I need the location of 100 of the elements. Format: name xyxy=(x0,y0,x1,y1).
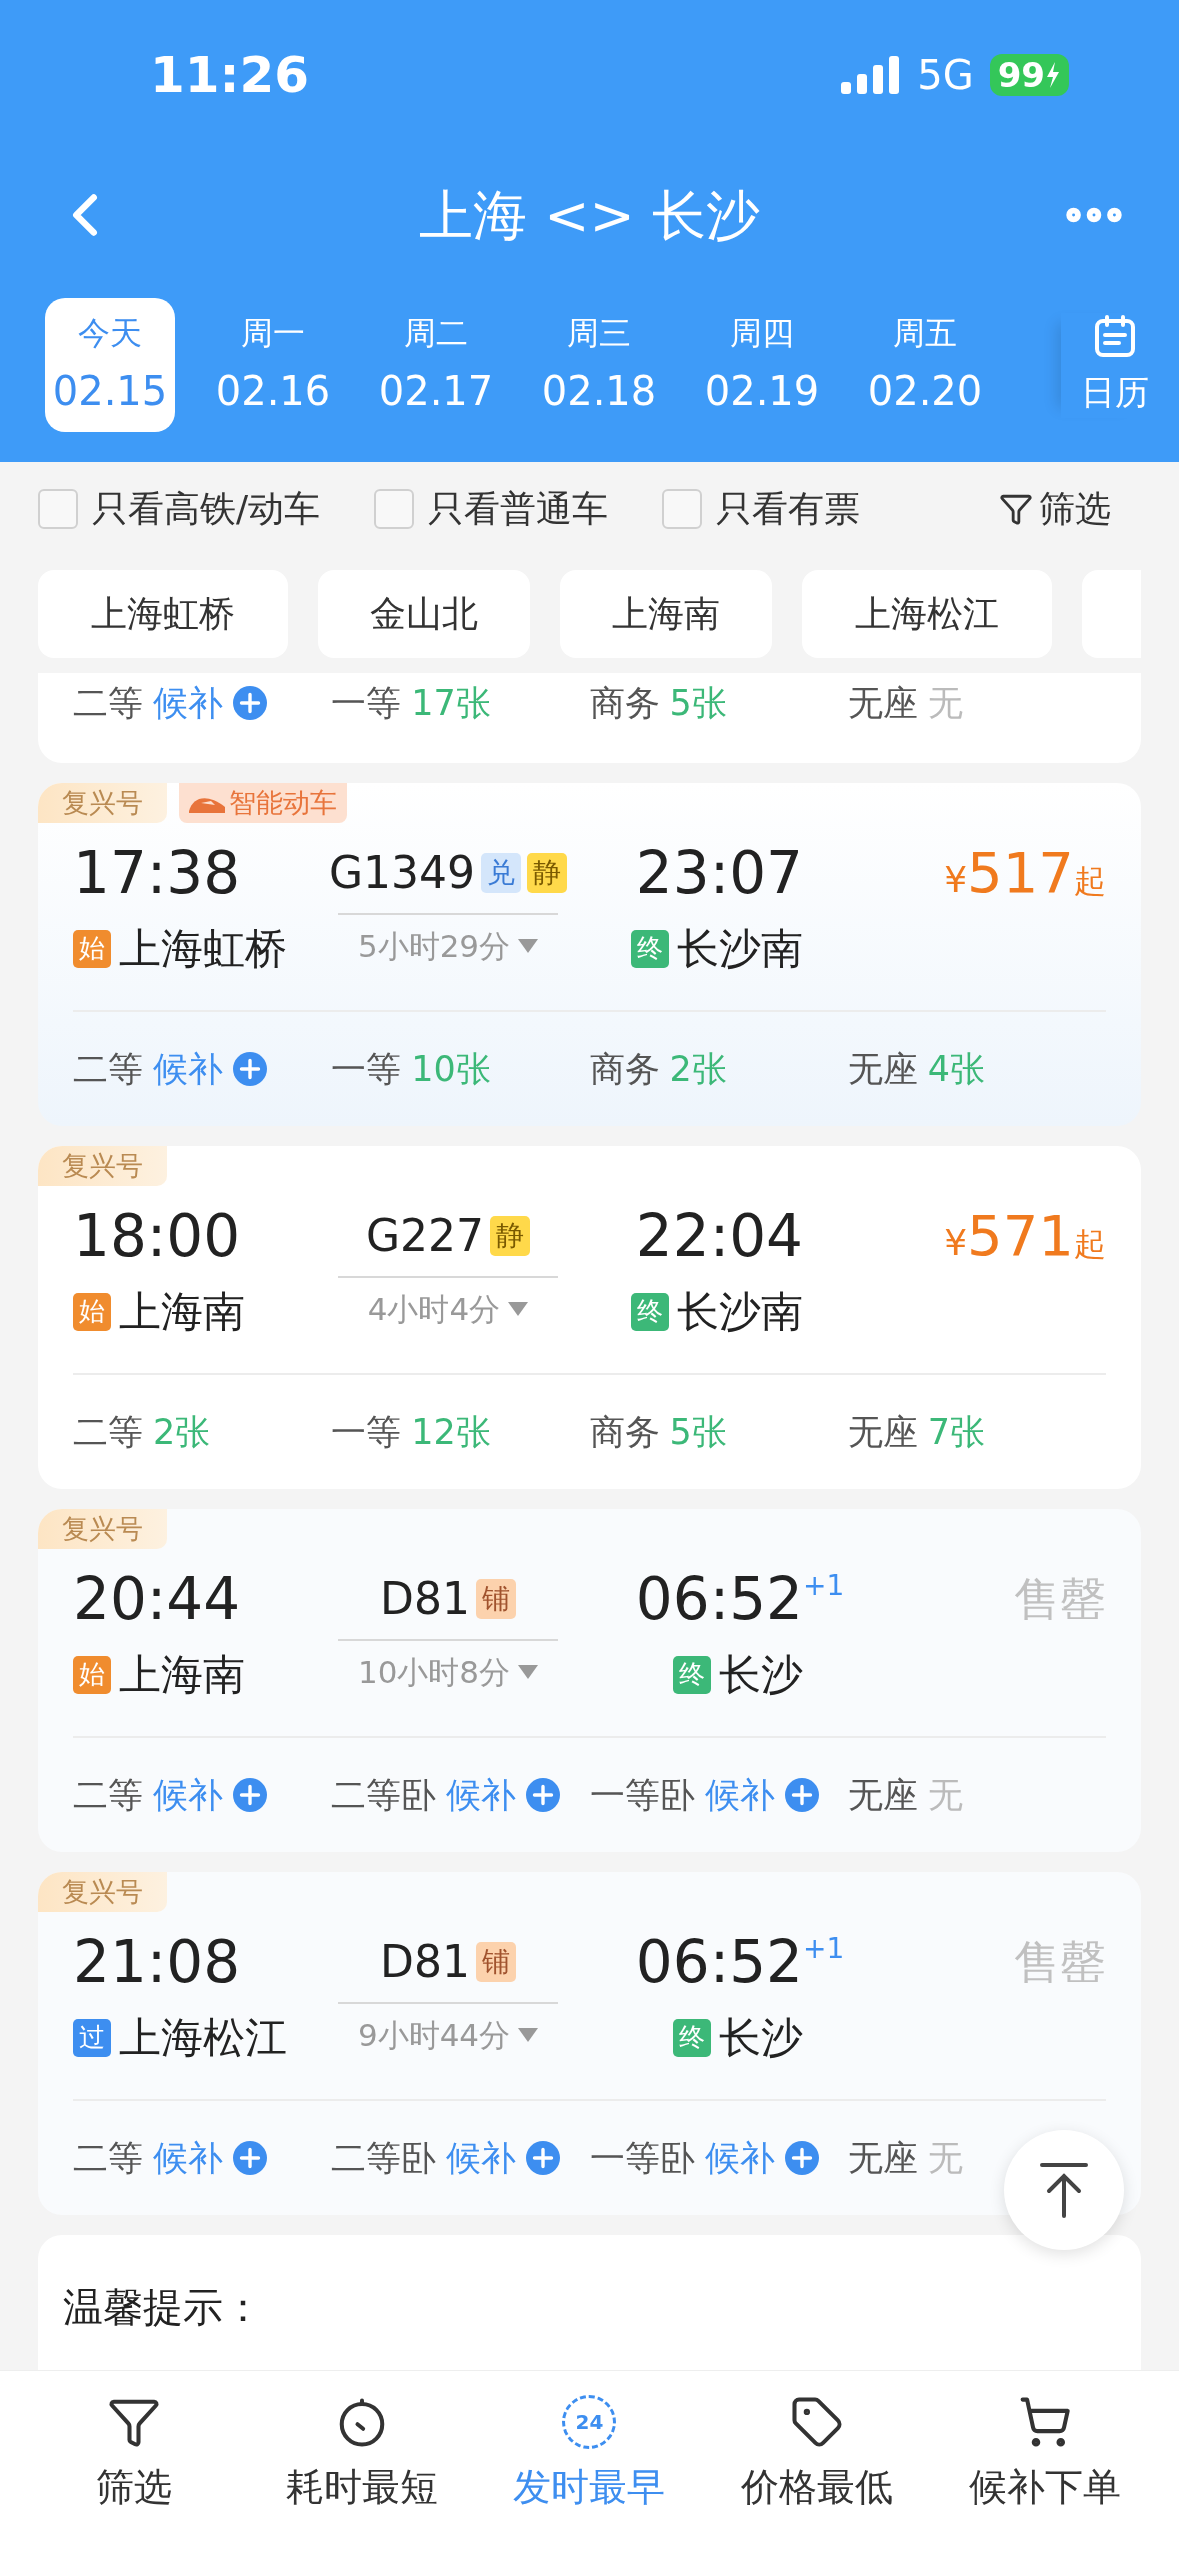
seat-class: 无座 xyxy=(847,1773,918,1817)
train-feature-badge: 铺 xyxy=(475,1579,516,1619)
sort-tab[interactable]: 价格最低 xyxy=(703,2395,932,2556)
seat-availability: 2张 xyxy=(153,1410,211,1454)
train-type-tag: 复兴号 xyxy=(38,783,167,823)
price: 571 xyxy=(967,1202,1074,1270)
plus-circle-icon xyxy=(526,1778,561,1812)
checkbox[interactable] xyxy=(662,488,703,529)
train-number[interactable]: G227 xyxy=(365,1203,485,1269)
seat-availability: 17张 xyxy=(411,682,491,725)
station-chip[interactable]: 上海南 xyxy=(560,570,772,658)
station-chip[interactable]: 上海虹桥 xyxy=(38,570,288,658)
seat-class: 商务 xyxy=(589,682,660,725)
next-day-mark: +1 xyxy=(803,1568,845,1604)
status-time: 11:26 xyxy=(150,44,310,106)
seat-availability: 5张 xyxy=(669,682,727,725)
sort-tab[interactable]: 耗时最短 xyxy=(247,2395,476,2556)
price-suffix: 起 xyxy=(1074,861,1106,902)
arrival-station: 长沙 xyxy=(719,2012,803,2064)
plus-circle-icon xyxy=(526,2141,561,2175)
seat-class: 二等卧 xyxy=(331,1773,437,1817)
plus-circle-icon xyxy=(233,686,267,721)
filter-checkbox[interactable]: 只看高铁/动车 xyxy=(38,481,321,536)
seat-class: 二等 xyxy=(73,682,143,725)
departure-time: 20:44 xyxy=(73,1564,242,1635)
seat-availability: 2张 xyxy=(669,1047,727,1091)
filter-checkbox[interactable]: 只看普通车 xyxy=(374,481,609,536)
clock-icon: 24 xyxy=(562,2395,617,2449)
train-feature-badge: 静 xyxy=(527,853,568,893)
price-suffix: 起 xyxy=(1074,1224,1106,1265)
caret-down-icon xyxy=(518,939,539,954)
seat-class: 无座 xyxy=(847,682,918,725)
sold-out-label: 售罄 xyxy=(1014,1570,1106,1628)
seat-availability: 5张 xyxy=(669,1410,727,1454)
seat-class: 一等 xyxy=(331,1410,402,1454)
sort-tab[interactable]: 筛选 xyxy=(20,2395,248,2556)
caret-down-icon xyxy=(508,1302,529,1317)
smart-train-tag: 智能动车 xyxy=(179,783,347,823)
arrival-time: 22:04 xyxy=(635,1202,803,1270)
departure-time: 18:00 xyxy=(73,1201,242,1272)
departure-station: 上海南 xyxy=(119,1649,245,1701)
train-card[interactable]: 二等 候补 一等 17张 商务 5张 无座 无 xyxy=(38,673,1141,763)
arrival-station: 长沙 xyxy=(719,1649,803,1701)
tips-title: 温馨提示： xyxy=(63,2284,263,2330)
seat-availability: 12张 xyxy=(411,1410,491,1454)
seat-availability: 7张 xyxy=(927,1410,986,1454)
station-chip[interactable]: 上海松江 xyxy=(802,570,1052,658)
arrival-time: 23:07 xyxy=(635,839,803,907)
seat-class: 二等卧 xyxy=(331,2136,437,2180)
train-type-tag: 复兴号 xyxy=(38,1509,167,1549)
seat-availability: 无 xyxy=(927,2136,963,2180)
seat-class: 无座 xyxy=(847,1047,918,1091)
seat-class: 二等 xyxy=(73,1410,143,1454)
station-mark: 终 xyxy=(631,929,669,968)
filter-button[interactable]: 筛选 xyxy=(999,481,1111,536)
train-feature-badge: 铺 xyxy=(475,1942,516,1982)
seat-class: 一等 xyxy=(331,1047,402,1091)
arrival-time: 06:52 xyxy=(635,1928,803,1996)
station-chip[interactable]: 金山北 xyxy=(318,570,530,658)
plus-circle-icon xyxy=(233,1052,267,1086)
currency-symbol: ¥ xyxy=(944,1221,968,1265)
seat-class: 无座 xyxy=(847,1410,918,1454)
plus-circle-icon xyxy=(784,2141,819,2175)
departure-station: 上海松江 xyxy=(119,2012,287,2064)
train-feature-badge: 兑 xyxy=(481,853,522,893)
station-mark: 终 xyxy=(673,2018,711,2057)
seat-class: 二等 xyxy=(73,2136,143,2180)
train-type-tag: 复兴号 xyxy=(38,1146,167,1186)
caret-down-icon xyxy=(518,1665,539,1680)
seat-class: 一等卧 xyxy=(589,1773,695,1817)
currency-symbol: ¥ xyxy=(944,858,968,902)
arrow-up-icon xyxy=(1039,2162,1089,2218)
seat-availability: 4张 xyxy=(927,1047,986,1091)
train-card[interactable]: 复兴号 18:00 始 上海南 G227 静 4小时4分 22:04 终 长沙南 ¥571起 二等 2张 一等 12张 商务 5张 无座 7张 xyxy=(38,1146,1141,1489)
network-type: 5G xyxy=(917,51,974,100)
checkbox[interactable] xyxy=(38,488,78,529)
train-number[interactable]: D81 xyxy=(380,1566,470,1632)
filter-checkbox[interactable]: 只看有票 xyxy=(662,481,861,536)
arrival-time: 06:52 xyxy=(635,1565,803,1633)
seat-class: 一等卧 xyxy=(589,2136,695,2180)
station-mark: 始 xyxy=(73,1655,111,1694)
seat-class: 二等 xyxy=(73,1773,143,1817)
checkbox[interactable] xyxy=(374,488,415,529)
battery-indicator: 99 xyxy=(989,54,1069,96)
page-title: 上海 <> 长沙 xyxy=(419,182,760,249)
caret-down-icon xyxy=(518,2028,539,2043)
train-card[interactable]: 复兴号 智能动车 17:38 始 上海虹桥 G1349 兑 静 5小时29分 23:07 终 长沙南 ¥517起 二等 候补 一等 10张 商务 2张 无座 4张 xyxy=(38,783,1141,1126)
sort-tab[interactable]: 候补下单 xyxy=(931,2395,1159,2556)
seat-class: 商务 xyxy=(589,1047,660,1091)
price: 517 xyxy=(967,839,1074,907)
train-number[interactable]: D81 xyxy=(380,1929,470,1995)
train-type-tag: 复兴号 xyxy=(38,1872,167,1912)
seat-class: 一等 xyxy=(331,682,402,725)
plus-circle-icon xyxy=(784,1778,819,1812)
plus-circle-icon xyxy=(233,2141,267,2175)
seat-availability: 无 xyxy=(927,1773,963,1817)
seat-availability: 10张 xyxy=(411,1047,491,1091)
arrival-station: 长沙南 xyxy=(677,923,803,975)
seat-class: 无座 xyxy=(847,2136,918,2180)
train-number[interactable]: G1349 xyxy=(328,840,476,906)
